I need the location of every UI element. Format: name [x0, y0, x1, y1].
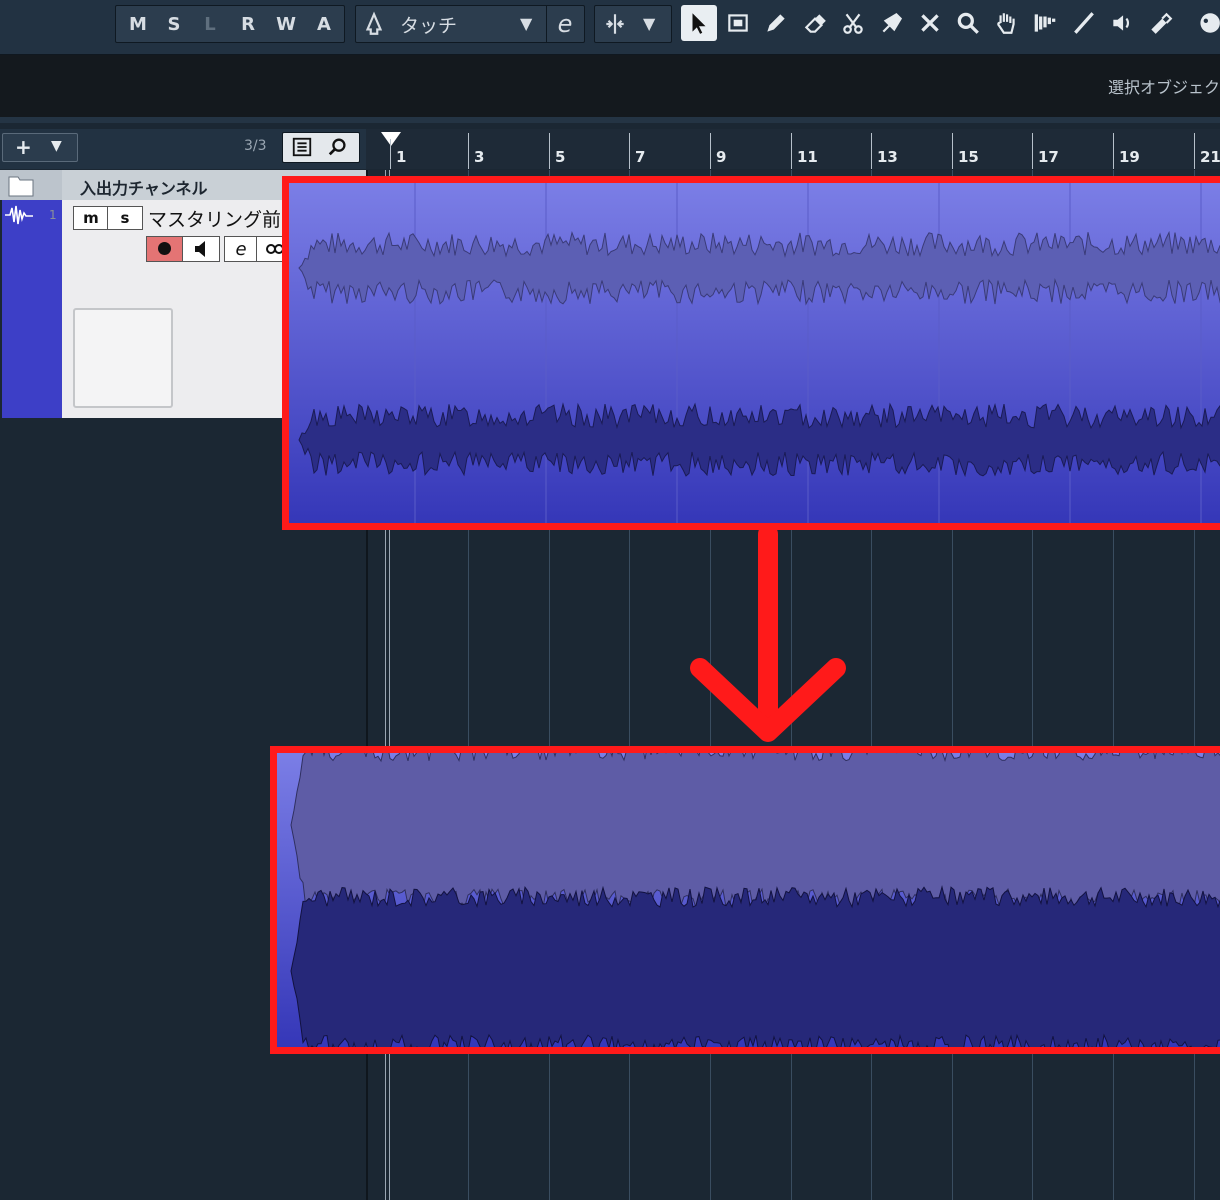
chevron-down-icon: ▼ [520, 14, 533, 33]
read-automation-button[interactable]: R [230, 6, 266, 42]
track-solo-button[interactable]: s [107, 206, 143, 230]
automation-mode-dropdown[interactable]: タッチ ▼ e [355, 5, 585, 43]
monitor-button[interactable] [182, 236, 220, 262]
clip-background [289, 183, 1220, 523]
record-icon [158, 242, 171, 255]
eraser-tool-icon[interactable] [797, 5, 833, 41]
ruler-bar-label: 9 [716, 148, 727, 166]
playhead-icon[interactable] [380, 131, 402, 147]
info-line [0, 55, 1220, 123]
track-mute-button[interactable]: m [73, 206, 109, 230]
color-tool-icon[interactable] [1142, 5, 1178, 41]
tracklist-tools [282, 132, 360, 163]
waveform-before-highlight [282, 176, 1220, 530]
search-icon[interactable] [323, 136, 353, 158]
audio-event-after[interactable] [277, 753, 1220, 1047]
track-count: 3/3 [244, 138, 267, 154]
list-view-icon[interactable] [287, 136, 317, 158]
timeline-ruler[interactable]: 1 3 5 7 9 11 13 15 17 19 21 [366, 129, 1220, 169]
arrow-down-icon [690, 528, 846, 742]
folder-cell [0, 170, 62, 200]
solo-all-button[interactable]: S [156, 6, 192, 42]
timewarp-tool-icon[interactable] [1027, 5, 1063, 41]
automation-all-button[interactable]: A [306, 6, 342, 42]
waveform-channel [290, 753, 1220, 911]
pointer-tool-icon[interactable] [681, 5, 717, 41]
toolbar: M S L R W A タッチ ▼ e ▼ [0, 0, 1220, 55]
write-automation-button[interactable]: W [268, 6, 304, 42]
snap-mode-icon[interactable] [597, 6, 633, 42]
speaker-icon [195, 241, 205, 257]
waveform-channel [298, 230, 1220, 306]
automation-buttons-group: M S L R W A [115, 5, 345, 43]
waveform-channel [290, 885, 1220, 1047]
ruler-bar-label: 17 [1038, 148, 1059, 166]
ruler-bar-label: 13 [877, 148, 898, 166]
mute-tool-icon[interactable] [912, 5, 948, 41]
chevron-down-icon[interactable]: ▼ [51, 138, 62, 154]
edit-automation-button[interactable]: e [546, 6, 583, 42]
snap-group: ▼ [594, 5, 672, 43]
zoom-tool-icon[interactable] [950, 5, 986, 41]
folder-track-name: 入出力チャンネル [80, 179, 208, 198]
track-name[interactable]: マスタリング前 [148, 205, 281, 232]
ruler-bar-label: 5 [555, 148, 566, 166]
track-number: 1 [49, 208, 57, 222]
ruler-bar-label: 11 [797, 148, 818, 166]
pencil-tool-icon[interactable] [758, 5, 794, 41]
selection-info-label: 選択オブジェク [1107, 78, 1220, 97]
mute-all-button[interactable]: M [120, 6, 156, 42]
ruler-bar-label: 3 [474, 148, 485, 166]
more-tools-icon[interactable] [1188, 5, 1220, 41]
automation-mode-value: タッチ [400, 15, 458, 37]
hand-tool-icon[interactable] [988, 5, 1024, 41]
add-track-button[interactable]: + ▼ [2, 133, 78, 162]
audio-event-before[interactable] [289, 183, 1220, 523]
play-tool-icon[interactable] [1104, 5, 1140, 41]
edit-channel-button[interactable]: e [224, 236, 258, 262]
listen-button[interactable]: L [192, 6, 228, 42]
ruler-bar-label: 15 [958, 148, 979, 166]
ruler-bar-label: 1 [396, 148, 407, 166]
glue-tool-icon[interactable] [874, 5, 910, 41]
track-color-strip[interactable] [2, 200, 62, 418]
automation-icon [356, 6, 392, 42]
track-picture[interactable] [73, 308, 173, 408]
audio-waveform-icon [5, 205, 33, 225]
ruler-bar-label: 7 [635, 148, 646, 166]
line-tool-icon[interactable] [1066, 5, 1102, 41]
plus-icon: + [15, 135, 32, 159]
snap-dropdown-chevron-icon[interactable]: ▼ [643, 14, 655, 33]
waveform-after-highlight [270, 746, 1220, 1054]
record-enable-button[interactable] [146, 236, 184, 262]
range-tool-icon[interactable] [720, 5, 756, 41]
ruler-bar-label: 19 [1119, 148, 1140, 166]
ruler-bar-label: 21 [1200, 148, 1220, 166]
scissors-tool-icon[interactable] [835, 5, 871, 41]
folder-icon [8, 176, 34, 197]
